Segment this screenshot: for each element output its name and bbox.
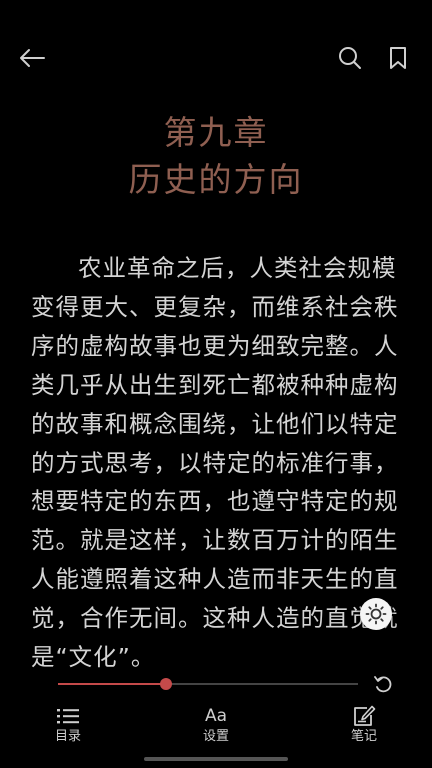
bookmark-icon bbox=[390, 47, 406, 69]
brightness-button[interactable] bbox=[360, 598, 392, 630]
list-icon bbox=[57, 709, 79, 724]
settings-button[interactable]: Aa 设置 bbox=[181, 704, 251, 750]
toc-button[interactable]: 目录 bbox=[33, 704, 103, 750]
brightness-icon bbox=[365, 603, 387, 625]
back-button[interactable] bbox=[12, 34, 52, 82]
undo-icon bbox=[374, 676, 392, 693]
settings-label: 设置 bbox=[202, 729, 229, 744]
back-arrow-icon bbox=[20, 49, 45, 67]
search-icon bbox=[339, 47, 361, 69]
progress-thumb[interactable] bbox=[160, 678, 172, 690]
bookmark-button[interactable] bbox=[378, 34, 418, 82]
chapter-number: 第九章 bbox=[163, 113, 269, 152]
home-indicator[interactable] bbox=[144, 757, 288, 761]
toc-label: 目录 bbox=[54, 729, 81, 744]
search-button[interactable] bbox=[330, 34, 370, 82]
undo-position-button[interactable] bbox=[372, 673, 394, 695]
note-edit-icon bbox=[354, 705, 376, 726]
notes-button[interactable]: 笔记 bbox=[329, 704, 399, 750]
chapter-title: 历史的方向 bbox=[128, 160, 304, 199]
bottom-navigation: 目录 Aa 设置 笔记 bbox=[0, 704, 432, 750]
reading-text: 农业革命之后，人类社会规模变得更大、更复杂，而维系社会秩序的虚构故事也更为细致完… bbox=[31, 254, 399, 672]
top-toolbar bbox=[0, 34, 432, 82]
reading-progress-slider[interactable] bbox=[58, 676, 358, 692]
text-size-icon: Aa bbox=[204, 706, 228, 726]
notes-label: 笔记 bbox=[350, 729, 377, 744]
progress-fill bbox=[58, 683, 166, 685]
